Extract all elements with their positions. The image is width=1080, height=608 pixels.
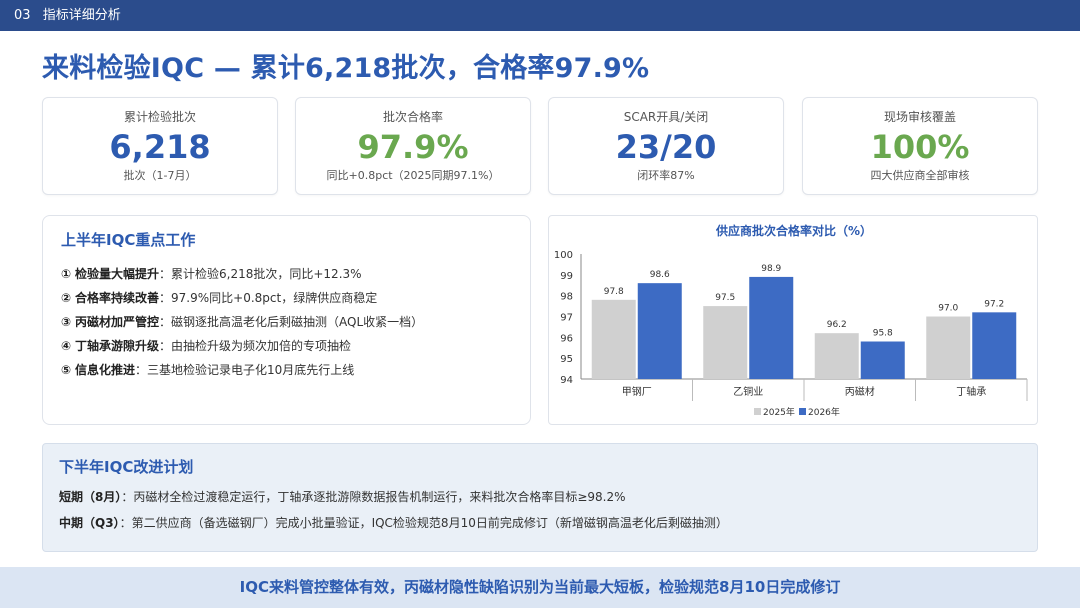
list-item: ③ 丙磁材加严管控：磁钢逐批高温老化后剩磁抽测（AQL收紧一档） xyxy=(61,310,521,334)
bar xyxy=(703,306,748,379)
item-text: ：97.9%同比+0.8pct，绿牌供应商稳定 xyxy=(159,291,378,305)
x-tick-label: 丁轴承 xyxy=(956,385,986,398)
panel-title: 下半年IQC改进计划 xyxy=(59,458,194,476)
plan-text: ：第二供应商（备选磁钢厂）完成小批量验证，IQC检验规范8月10日前完成修订（新… xyxy=(119,516,728,530)
list-item: ② 合格率持续改善：97.9%同比+0.8pct，绿牌供应商稳定 xyxy=(61,286,521,310)
y-tick-label: 99 xyxy=(560,271,573,282)
x-tick-label: 甲钢厂 xyxy=(622,385,652,398)
item-number: ③ xyxy=(61,315,72,329)
panel-title: 上半年IQC重点工作 xyxy=(61,231,196,249)
kpi-value: 23/20 xyxy=(615,128,717,166)
supplier-pass-rate-chart: 供应商批次合格率对比（%） 94 95 96 97 98 99 100 97.8 98.6 甲钢厂 9… xyxy=(554,223,1028,418)
bar xyxy=(926,316,971,379)
kpi-value: 97.9% xyxy=(357,128,469,166)
kpi-card-pass-rate: 批次合格率 97.9% 同比+0.8pct（2025同期97.1%） xyxy=(295,97,531,195)
kpi-subtext: 四大供应商全部审核 xyxy=(870,169,970,182)
kpi-value: 6,218 xyxy=(109,128,211,166)
conclusion-banner: IQC来料管控整体有效，丙磁材隐性缺陷识别为当前最大短板，检验规范8月10日完成… xyxy=(0,567,1080,608)
y-tick-label: 94 xyxy=(560,375,573,386)
item-number: ① xyxy=(61,267,72,281)
bar xyxy=(814,333,859,379)
data-label: 95.8 xyxy=(873,329,893,339)
item-heading: 丁轴承游隙升级 xyxy=(75,339,160,353)
kpi-subtext: 批次（1-7月） xyxy=(123,169,197,182)
h1-work-panel: 上半年IQC重点工作 ① 检验量大幅提升：累计检验6,218批次，同比+12.3… xyxy=(42,215,531,425)
item-heading: 丙磁材加严管控 xyxy=(75,315,160,329)
data-label: 96.2 xyxy=(827,320,847,330)
item-text: ：累计检验6,218批次，同比+12.3% xyxy=(159,267,362,281)
item-number: ⑤ xyxy=(61,363,72,377)
work-list: ① 检验量大幅提升：累计检验6,218批次，同比+12.3% ② 合格率持续改善… xyxy=(61,262,521,382)
item-heading: 信息化推进 xyxy=(75,363,136,377)
kpi-card-audit-coverage: 现场审核覆盖 100% 四大供应商全部审核 xyxy=(802,97,1038,195)
item-text: ：三基地检验记录电子化10月底先行上线 xyxy=(135,363,355,377)
legend-label: 2025年 xyxy=(763,406,795,418)
kpi-value: 100% xyxy=(870,128,970,166)
plan-tag: 中期（Q3） xyxy=(59,516,120,530)
legend-label: 2026年 xyxy=(808,406,840,418)
data-label: 97.0 xyxy=(938,304,958,314)
kpi-card-scar: SCAR开具/关闭 23/20 闭环率87% xyxy=(548,97,784,195)
y-tick-label: 98 xyxy=(560,292,573,303)
plan-tag: 短期（8月） xyxy=(59,490,122,504)
legend-swatch xyxy=(799,408,806,415)
plan-text: ：丙磁材全检过渡稳定运行，丁轴承逐批游隙数据报告机制运行，来料批次合格率目标≥9… xyxy=(121,490,626,504)
item-number: ④ xyxy=(61,339,72,353)
kpi-label: 累计检验批次 xyxy=(123,110,196,124)
bar xyxy=(972,312,1017,379)
list-item: ⑤ 信息化推进：三基地检验记录电子化10月底先行上线 xyxy=(61,358,521,382)
plan-row-short-term: 短期（8月）：丙磁材全检过渡稳定运行，丁轴承逐批游隙数据报告机制运行，来料批次合… xyxy=(59,488,626,505)
bar xyxy=(860,341,905,379)
item-text: ：由抽检升级为频次加倍的专项抽检 xyxy=(159,339,352,353)
bar xyxy=(749,276,794,379)
list-item: ④ 丁轴承游隙升级：由抽检升级为频次加倍的专项抽检 xyxy=(61,334,521,358)
x-tick-label: 乙铜业 xyxy=(733,386,763,398)
list-item: ① 检验量大幅提升：累计检验6,218批次，同比+12.3% xyxy=(61,262,521,286)
data-label: 97.2 xyxy=(984,299,1004,309)
section-header-bar: 03 指标详细分析 xyxy=(0,0,1080,31)
kpi-label: 现场审核覆盖 xyxy=(883,110,956,124)
chart-title: 供应商批次合格率对比（%） xyxy=(715,223,872,238)
h2-plan-panel: 下半年IQC改进计划 短期（8月）：丙磁材全检过渡稳定运行，丁轴承逐批游隙数据报… xyxy=(42,443,1038,552)
y-tick-label: 97 xyxy=(560,313,573,324)
section-title: 指标详细分析 xyxy=(42,8,121,23)
data-label: 98.9 xyxy=(761,264,781,274)
legend-swatch xyxy=(754,408,761,415)
data-label: 97.8 xyxy=(604,287,624,297)
y-tick-label: 100 xyxy=(554,250,573,261)
item-text: ：磁钢逐批高温老化后剩磁抽测（AQL收紧一档） xyxy=(159,315,424,329)
item-heading: 检验量大幅提升 xyxy=(75,267,160,281)
data-label: 98.6 xyxy=(650,270,670,280)
bar xyxy=(591,299,636,379)
plan-row-mid-term: 中期（Q3）：第二供应商（备选磁钢厂）完成小批量验证，IQC检验规范8月10日前… xyxy=(59,514,728,531)
kpi-card-inspection-batches: 累计检验批次 6,218 批次（1-7月） xyxy=(42,97,278,195)
bar xyxy=(637,283,682,379)
kpi-label: 批次合格率 xyxy=(382,110,443,124)
item-number: ② xyxy=(61,291,72,305)
section-number: 03 xyxy=(14,8,31,23)
x-tick-label: 丙磁材 xyxy=(845,385,875,398)
item-heading: 合格率持续改善 xyxy=(75,291,160,305)
kpi-subtext: 闭环率87% xyxy=(637,169,695,182)
kpi-subtext: 同比+0.8pct（2025同期97.1%） xyxy=(326,169,500,182)
page-title: 来料检验IQC — 累计6,218批次，合格率97.9% xyxy=(42,53,650,84)
supplier-pass-rate-chart-panel: 供应商批次合格率对比（%） 94 95 96 97 98 99 100 97.8 98.6 甲钢厂 9… xyxy=(548,215,1038,425)
y-tick-label: 95 xyxy=(560,354,573,365)
kpi-label: SCAR开具/关闭 xyxy=(623,110,709,124)
y-tick-label: 96 xyxy=(560,333,573,344)
data-label: 97.5 xyxy=(715,293,735,303)
